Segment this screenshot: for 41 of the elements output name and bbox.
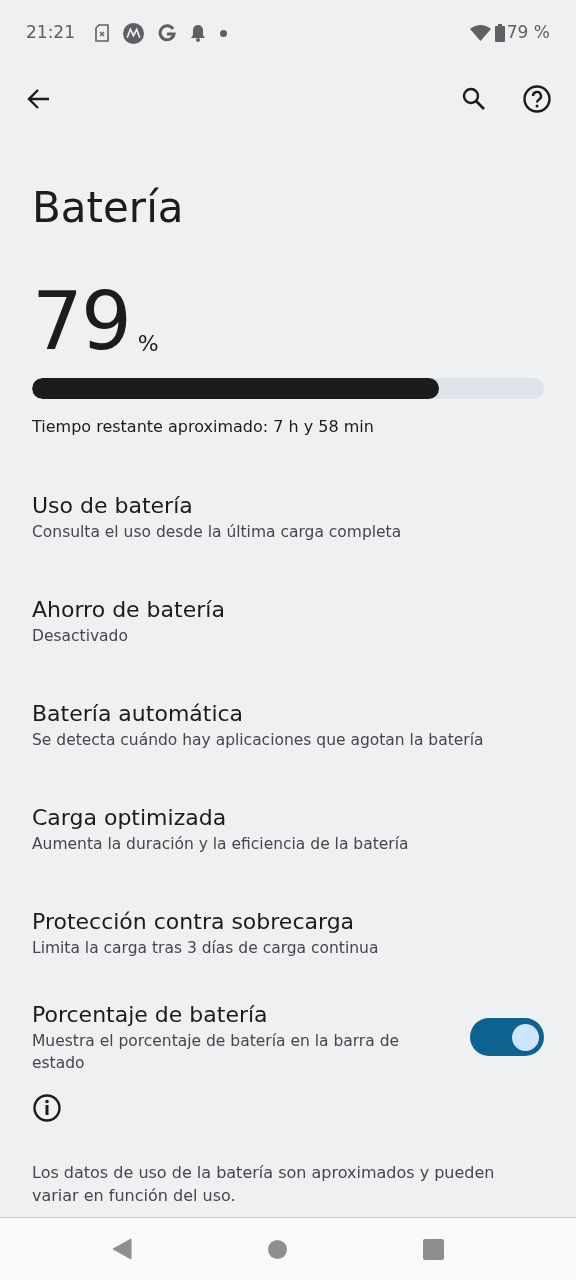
search-icon	[462, 87, 486, 111]
help-icon	[523, 85, 551, 113]
app-logo-icon	[123, 22, 144, 44]
item-subtitle: Limita la carga tras 3 días de carga continua	[32, 938, 380, 959]
home-circle-icon[interactable]	[268, 1239, 287, 1259]
item-title: Batería automática	[32, 700, 245, 728]
status-time: 21:21	[26, 21, 75, 45]
battery-level-value: 79	[32, 282, 130, 362]
back-triangle-icon[interactable]	[112, 1238, 132, 1260]
item-subtitle: Aumenta la duración y la eficiencia de la batería	[32, 834, 410, 855]
sim-card-icon	[95, 24, 109, 42]
help-button[interactable]	[522, 84, 552, 114]
settings-item[interactable]: Porcentaje de batería Muestra el porcentaje de batería en la barra de estado	[0, 985, 576, 1089]
footer-note: Los datos de uso de la batería son aproximados y pueden variar en función del uso.	[32, 1162, 496, 1207]
battery-percentage: 79 %	[506, 21, 550, 45]
remaining-time: Tiempo restante aproximado: 7 h y 58 min	[32, 417, 374, 436]
toggle-switch[interactable]	[470, 1018, 544, 1056]
settings-item[interactable]: Carga optimizada Aumenta la duración y la eficiencia de la batería	[0, 777, 576, 881]
item-subtitle: Se detecta cuándo hay aplicaciones que agotan la batería	[32, 730, 485, 751]
page-title: Batería	[32, 182, 185, 234]
wifi-icon	[469, 25, 491, 41]
item-subtitle: Muestra el porcentaje de batería en la barra de estado	[32, 1031, 401, 1074]
bell-icon	[190, 24, 206, 42]
percent-sign: %	[137, 330, 159, 358]
item-title: Protección contra sobrecarga	[32, 908, 356, 936]
item-title: Ahorro de batería	[32, 596, 226, 624]
settings-item[interactable]: Ahorro de batería Desactivado	[0, 569, 576, 673]
dot-icon	[220, 29, 227, 37]
settings-item[interactable]: Batería automática Se detecta cuándo hay aplicaciones que agotan la batería	[0, 673, 576, 777]
back-arrow-icon	[26, 88, 50, 110]
item-title: Porcentaje de batería	[32, 1001, 269, 1029]
info-icon	[32, 1093, 62, 1123]
item-title: Carga optimizada	[32, 804, 228, 832]
settings-item[interactable]: Uso de batería Consulta el uso desde la última carga completa	[0, 465, 576, 569]
battery-icon	[494, 24, 505, 42]
item-subtitle: Desactivado	[32, 626, 129, 647]
g-logo-icon	[158, 24, 176, 42]
settings-item[interactable]: Protección contra sobrecarga Limita la carga tras 3 días de carga continua	[0, 881, 576, 985]
item-title: Uso de batería	[32, 492, 194, 520]
item-subtitle: Consulta el uso desde la última carga completa	[32, 522, 403, 543]
recents-square-icon[interactable]	[423, 1238, 444, 1260]
